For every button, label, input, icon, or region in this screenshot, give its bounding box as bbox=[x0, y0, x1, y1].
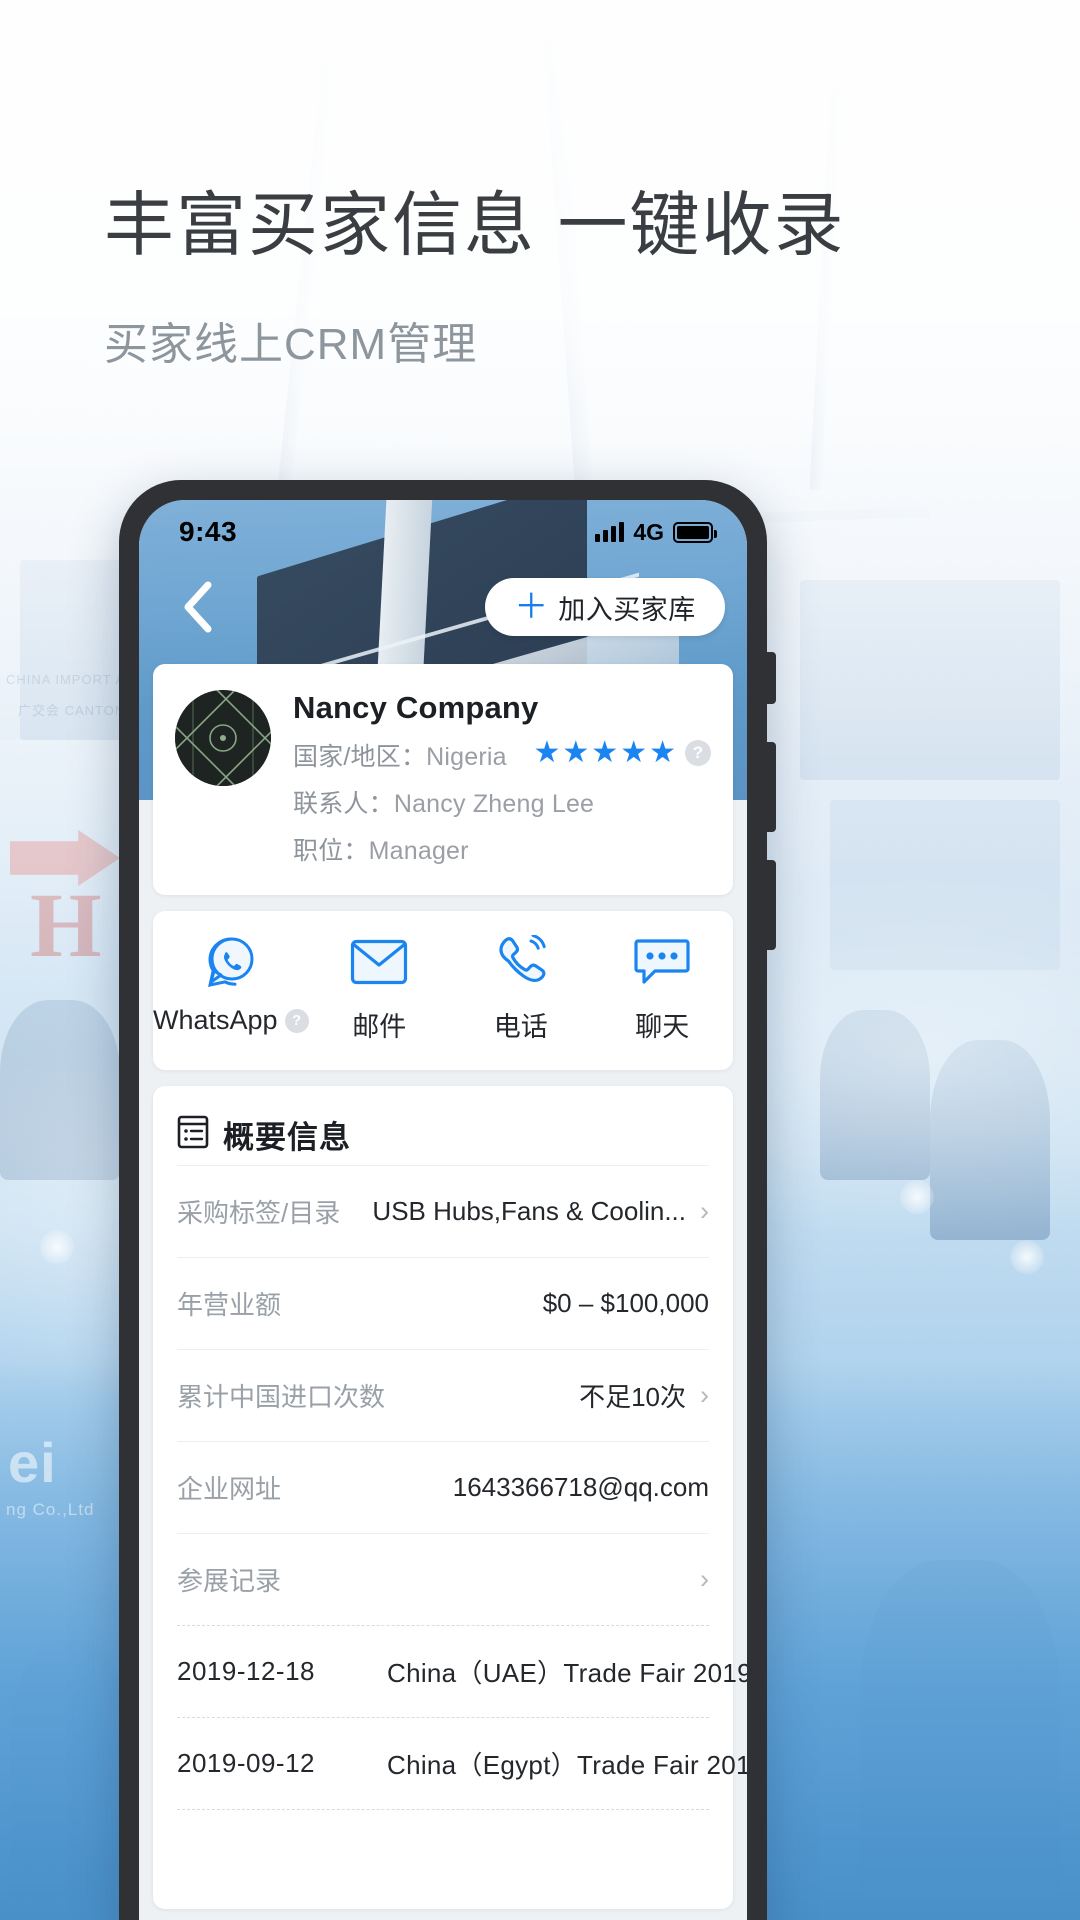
nav-bar: ＋ 加入买家库 bbox=[139, 564, 747, 650]
summary-row-value-wrap: 1643366718@qq.com bbox=[453, 1472, 709, 1503]
star-icon: ★ bbox=[533, 736, 561, 769]
exhibition-name: China（UAE）Trade Fair 2019 bbox=[387, 1658, 747, 1688]
phone-side-button-volume-up[interactable] bbox=[767, 742, 776, 832]
promo-headline: 丰富买家信息 一键收录 bbox=[104, 186, 846, 264]
star-icon: ★ bbox=[562, 736, 590, 769]
summary-row-exhibition[interactable]: 参展记录 › bbox=[177, 1533, 709, 1625]
content-scroll-area[interactable]: Nancy Company 国家/地区：Nigeria 联系人：Nancy Zh… bbox=[139, 664, 747, 1920]
phone-side-button-silent[interactable] bbox=[767, 652, 776, 704]
exhibition-date: 2019-12-18 bbox=[177, 1656, 315, 1686]
company-name: Nancy Company bbox=[293, 690, 539, 725]
summary-row-tags[interactable]: 采购标签/目录 USB Hubs,Fans & Coolin... › bbox=[177, 1165, 709, 1257]
action-whatsapp[interactable]: WhatsApp ? bbox=[153, 933, 309, 1044]
company-field-title-key: 职位： bbox=[293, 837, 369, 865]
status-bar: 9:43 4G bbox=[139, 500, 747, 564]
company-field-country-value: Nigeria bbox=[426, 743, 507, 771]
company-logo-avatar bbox=[175, 690, 271, 786]
company-info: Nancy Company 国家/地区：Nigeria 联系人：Nancy Zh… bbox=[293, 690, 709, 867]
phone-side-button-volume-down[interactable] bbox=[767, 860, 776, 950]
mail-icon bbox=[350, 933, 408, 991]
promo-copy: 丰富买家信息 一键收录 买家线上CRM管理 bbox=[104, 186, 845, 372]
exhibition-record-row[interactable]: 2019-09-12 China（Egypt）Trade Fair 2019 bbox=[177, 1717, 747, 1809]
action-phone[interactable]: 电话 bbox=[450, 933, 591, 1044]
company-field-country-key: 国家/地区： bbox=[293, 743, 427, 771]
promo-subheadline: 买家线上CRM管理 bbox=[104, 320, 478, 370]
summary-row-value: 不足10次 bbox=[579, 1382, 686, 1412]
summary-row-value: $0 – $100,000 bbox=[542, 1288, 709, 1318]
summary-row-revenue: 年营业额 $0 – $100,000 bbox=[177, 1257, 709, 1349]
summary-card: 概要信息 采购标签/目录 USB Hubs,Fans & Coolin... ›… bbox=[153, 1086, 747, 1909]
company-card[interactable]: Nancy Company 国家/地区：Nigeria 联系人：Nancy Zh… bbox=[153, 664, 733, 895]
summary-row-key: 采购标签/目录 bbox=[177, 1198, 341, 1228]
back-button[interactable] bbox=[169, 579, 225, 635]
phone-mockup: 9:43 4G ＋ 加入买家库 Nancy Company 国家/地区：Nige… bbox=[119, 480, 776, 1920]
exhibition-record-row[interactable]: 2019-12-18 China（UAE）Trade Fair 2019 bbox=[177, 1625, 747, 1717]
action-email[interactable]: 邮件 bbox=[309, 933, 450, 1044]
exhibition-name: China（Egypt）Trade Fair 2019 bbox=[387, 1750, 747, 1780]
summary-row-value: USB Hubs,Fans & Coolin... bbox=[372, 1196, 686, 1226]
action-label-email: 邮件 bbox=[352, 1012, 407, 1042]
action-label-chat: 聊天 bbox=[635, 1012, 690, 1042]
add-to-buyer-library-button[interactable]: ＋ 加入买家库 bbox=[485, 578, 725, 636]
status-indicators: 4G bbox=[595, 518, 717, 546]
summary-header: 概要信息 bbox=[177, 1112, 709, 1157]
summary-row-key: 累计中国进口次数 bbox=[177, 1382, 386, 1412]
status-clock: 9:43 bbox=[179, 516, 238, 547]
whatsapp-icon bbox=[203, 933, 259, 991]
company-rating: ★ ★ ★ ★ ★ ? bbox=[533, 738, 711, 768]
summary-row-value: 1643366718@qq.com bbox=[452, 1472, 709, 1502]
company-field-contact-value: Nancy Zheng Lee bbox=[393, 790, 595, 818]
company-field-title: 职位：Manager bbox=[293, 831, 709, 867]
battery-full-icon bbox=[673, 521, 717, 543]
list-document-icon bbox=[177, 1115, 209, 1154]
chevron-right-icon: › bbox=[700, 1380, 709, 1410]
exhibition-date: 2019-09-12 bbox=[177, 1748, 315, 1778]
action-chat[interactable]: 聊天 bbox=[592, 933, 733, 1044]
plus-icon: ＋ bbox=[514, 588, 549, 626]
phone-call-icon bbox=[493, 933, 549, 991]
summary-row-website: 企业网址 1643366718@qq.com bbox=[177, 1441, 709, 1533]
company-field-contact-key: 联系人： bbox=[293, 790, 394, 818]
summary-row-value-wrap: USB Hubs,Fans & Coolin... › bbox=[372, 1196, 709, 1227]
signal-bars-icon bbox=[595, 522, 625, 542]
exhibition-record-row-partial[interactable] bbox=[177, 1809, 709, 1901]
star-rating-icons: ★ ★ ★ ★ ★ bbox=[533, 738, 676, 768]
whatsapp-help-icon[interactable]: ? bbox=[284, 1008, 309, 1033]
company-field-title-value: Manager bbox=[368, 837, 469, 865]
summary-row-key: 企业网址 bbox=[177, 1474, 282, 1504]
add-button-label: 加入买家库 bbox=[558, 594, 696, 625]
chevron-left-icon bbox=[180, 580, 214, 634]
summary-title: 概要信息 bbox=[223, 1120, 351, 1155]
star-icon: ★ bbox=[620, 736, 648, 769]
summary-row-key: 年营业额 bbox=[177, 1290, 282, 1320]
summary-row-import-count[interactable]: 累计中国进口次数 不足10次 › bbox=[177, 1349, 709, 1441]
rating-help-icon[interactable]: ? bbox=[685, 740, 711, 766]
chevron-right-icon: › bbox=[700, 1564, 709, 1594]
star-icon: ★ bbox=[591, 736, 619, 769]
company-field-contact: 联系人：Nancy Zheng Lee bbox=[293, 784, 709, 820]
chevron-right-icon: › bbox=[700, 1196, 709, 1226]
star-icon: ★ bbox=[649, 736, 676, 769]
network-type-label: 4G bbox=[633, 518, 664, 545]
phone-screen: 9:43 4G ＋ 加入买家库 Nancy Company 国家/地区：Nige… bbox=[139, 500, 747, 1920]
action-label-whatsapp: WhatsApp ? bbox=[153, 1005, 309, 1036]
chat-bubble-icon bbox=[633, 933, 691, 991]
action-text-whatsapp: WhatsApp bbox=[153, 1005, 278, 1035]
summary-row-value-wrap: 不足10次 › bbox=[579, 1377, 709, 1414]
summary-row-value-wrap: $0 – $100,000 bbox=[543, 1288, 709, 1319]
action-label-phone: 电话 bbox=[493, 1012, 548, 1042]
contact-actions-card: WhatsApp ? 邮件 电话 聊天 bbox=[153, 911, 733, 1070]
summary-row-key: 参展记录 bbox=[177, 1566, 282, 1596]
